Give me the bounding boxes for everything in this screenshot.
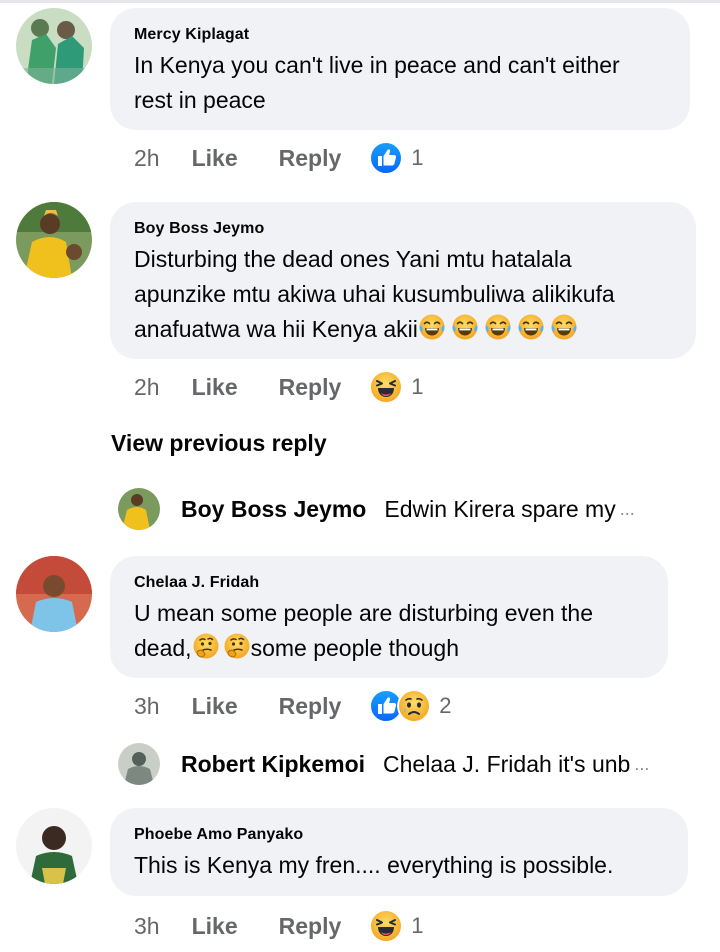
like-reaction-icon bbox=[369, 141, 403, 175]
reply-ellipsis: ... bbox=[619, 498, 635, 519]
comment-actions: 2h Like Reply 1 bbox=[134, 140, 424, 176]
reaction-count: 2 bbox=[439, 693, 452, 718]
avatar[interactable] bbox=[16, 556, 92, 632]
comment-bubble: Chelaa J. Fridah U mean some people are … bbox=[110, 556, 668, 678]
comment-bubble: Mercy Kiplagat In Kenya you can't live i… bbox=[110, 8, 690, 130]
reaction-summary[interactable]: 1 bbox=[369, 909, 424, 943]
comment-bubble: Boy Boss Jeymo Disturbing the dead ones … bbox=[110, 202, 696, 359]
thinking-emoji bbox=[192, 632, 220, 660]
comment-text-line: anafuatwa wa hii Kenya akii bbox=[134, 312, 672, 347]
reply-preview-text: Edwin Kirera spare my bbox=[384, 495, 616, 522]
reaction-count: 1 bbox=[411, 374, 424, 399]
haha-reaction-icon bbox=[369, 909, 403, 943]
view-previous-reply-link[interactable]: View previous reply bbox=[111, 430, 327, 457]
reply-author[interactable]: Boy Boss Jeymo bbox=[181, 496, 366, 523]
comment-actions: 3h Like Reply 2 bbox=[134, 688, 452, 724]
comment-timestamp[interactable]: 2h bbox=[134, 145, 160, 172]
reaction-summary[interactable]: 1 bbox=[369, 141, 424, 175]
sad-reaction-icon bbox=[397, 689, 431, 723]
comment-text-line: U mean some people are disturbing even t… bbox=[134, 600, 594, 626]
like-button[interactable]: Like bbox=[192, 693, 238, 720]
thinking-emoji bbox=[223, 632, 251, 660]
avatar[interactable] bbox=[118, 488, 160, 530]
comment-text-line: dead, some people though bbox=[134, 631, 644, 666]
comment-text: In Kenya you can't live in peace and can… bbox=[134, 48, 666, 118]
comment-bubble: Phoebe Amo Panyako This is Kenya my fren… bbox=[110, 808, 688, 896]
comment-text-line: In Kenya you can't live in peace and can… bbox=[134, 52, 620, 78]
avatar[interactable] bbox=[16, 8, 92, 84]
like-button[interactable]: Like bbox=[192, 913, 238, 940]
comment-text: Disturbing the dead ones Yani mtu hatala… bbox=[134, 242, 672, 347]
comment-timestamp[interactable]: 2h bbox=[134, 374, 160, 401]
comment-timestamp[interactable]: 3h bbox=[134, 693, 160, 720]
reaction-summary[interactable]: 1 bbox=[369, 370, 424, 404]
like-button[interactable]: Like bbox=[192, 374, 238, 401]
comment-timestamp[interactable]: 3h bbox=[134, 913, 160, 940]
haha-reaction-icon bbox=[369, 370, 403, 404]
comment-text-line: apunzike mtu akiwa uhai kusumbuliwa alik… bbox=[134, 281, 615, 307]
reply-button[interactable]: Reply bbox=[279, 913, 342, 940]
comment-text-fragment: some people though bbox=[250, 635, 459, 661]
reply-button[interactable]: Reply bbox=[279, 145, 342, 172]
tears-of-joy-emoji bbox=[550, 313, 578, 341]
reply-ellipsis: ... bbox=[634, 753, 650, 774]
reply-preview[interactable]: Robert Kipkemoi Chelaa J. Fridah it's un… bbox=[118, 742, 678, 786]
comment-text: This is Kenya my fren.... everything is … bbox=[134, 848, 664, 883]
comment-text: U mean some people are disturbing even t… bbox=[134, 596, 644, 666]
comment-author[interactable]: Chelaa J. Fridah bbox=[134, 574, 644, 592]
avatar[interactable] bbox=[118, 743, 160, 785]
tears-of-joy-emoji bbox=[517, 313, 545, 341]
comment-text-fragment: dead, bbox=[134, 635, 192, 661]
top-divider bbox=[0, 0, 720, 3]
avatar[interactable] bbox=[16, 808, 92, 884]
reply-preview-text: Chelaa J. Fridah it's unb bbox=[383, 750, 631, 777]
reaction-count: 1 bbox=[411, 145, 424, 170]
avatar[interactable] bbox=[16, 202, 92, 278]
comment-author[interactable]: Phoebe Amo Panyako bbox=[134, 826, 664, 844]
comment-text-line: Disturbing the dead ones Yani mtu hatala… bbox=[134, 246, 572, 272]
comment-author[interactable]: Boy Boss Jeymo bbox=[134, 220, 672, 238]
reaction-count: 1 bbox=[411, 913, 424, 938]
comment-actions: 3h Like Reply 1 bbox=[134, 908, 424, 944]
tears-of-joy-emoji bbox=[451, 313, 479, 341]
reply-button[interactable]: Reply bbox=[279, 693, 342, 720]
comment-text-fragment: anafuatwa wa hii Kenya akii bbox=[134, 316, 418, 342]
comment-text-line: rest in peace bbox=[134, 87, 266, 113]
comment-actions: 2h Like Reply 1 bbox=[134, 369, 424, 405]
like-button[interactable]: Like bbox=[192, 145, 238, 172]
comment-text-line: This is Kenya my fren.... everything is … bbox=[134, 852, 614, 878]
tears-of-joy-emoji bbox=[484, 313, 512, 341]
reply-button[interactable]: Reply bbox=[279, 374, 342, 401]
reply-preview[interactable]: Boy Boss Jeymo Edwin Kirera spare my ... bbox=[118, 487, 678, 531]
reaction-summary[interactable]: 2 bbox=[369, 689, 452, 723]
reply-author[interactable]: Robert Kipkemoi bbox=[181, 751, 365, 778]
tears-of-joy-emoji bbox=[418, 313, 446, 341]
comment-author[interactable]: Mercy Kiplagat bbox=[134, 26, 666, 44]
